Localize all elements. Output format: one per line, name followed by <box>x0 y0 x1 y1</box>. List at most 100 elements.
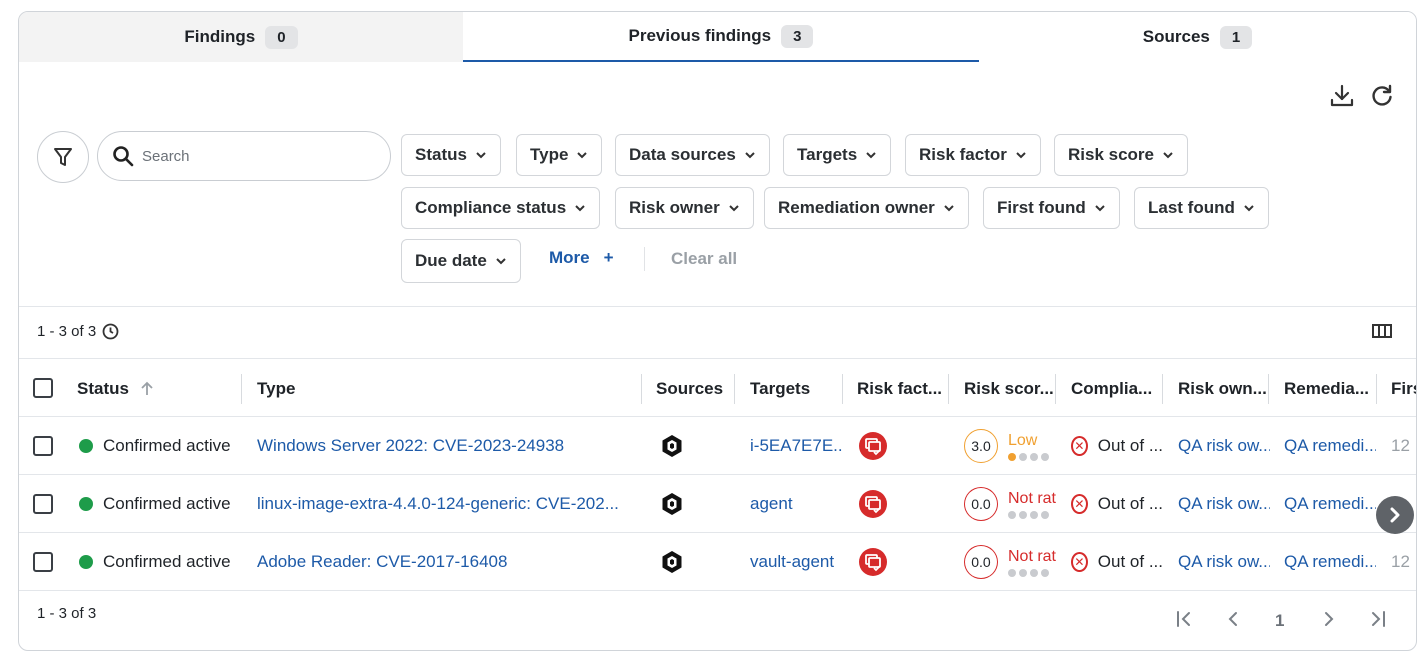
type-link[interactable]: Windows Server 2022: CVE-2023-24938 <box>257 417 637 475</box>
column-risk-score[interactable]: Risk scor... <box>964 360 1056 417</box>
target-link[interactable]: agent <box>750 475 842 533</box>
column-divider <box>1162 374 1163 404</box>
risk-factor-icon <box>858 417 890 475</box>
chevron-down-icon <box>577 152 588 159</box>
filter-risk-factor[interactable]: Risk factor <box>905 134 1041 176</box>
filter-toggle-button[interactable] <box>37 131 89 183</box>
filter-status[interactable]: Status <box>401 134 501 176</box>
remediation-owner-link[interactable]: QA remedi... <box>1284 475 1376 533</box>
column-status[interactable]: Status <box>77 360 197 417</box>
risk-score-value: 0.0 <box>964 545 998 579</box>
column-divider <box>641 374 642 404</box>
tab-findings-count: 0 <box>265 25 298 49</box>
tab-sources-count: 1 <box>1219 25 1253 49</box>
more-filters-label: More <box>549 248 590 267</box>
last-page-icon[interactable] <box>1367 610 1387 633</box>
filter-remediation-owner[interactable]: Remediation owner <box>764 187 969 229</box>
more-filters-button[interactable]: More + <box>549 248 614 268</box>
chevron-down-icon <box>575 205 585 212</box>
risk-score-cell: 0.0 Not rat <box>964 533 1056 591</box>
target-link[interactable]: i-5EA7E7E... <box>750 417 842 475</box>
column-remediation[interactable]: Remedia... <box>1284 360 1376 417</box>
table-row[interactable]: Confirmed active linux-image-extra-4.4.0… <box>19 475 1416 533</box>
remediation-owner-link[interactable]: QA remedi... <box>1284 533 1376 591</box>
current-page[interactable]: 1 <box>1275 611 1284 631</box>
risk-owner-link[interactable]: QA risk ow... <box>1178 475 1270 533</box>
filter-first-found[interactable]: First found <box>983 187 1120 229</box>
status-dot-icon <box>79 439 93 453</box>
filter-type[interactable]: Type <box>516 134 603 176</box>
risk-owner-link[interactable]: QA risk ow... <box>1178 417 1270 475</box>
filter-last-found-label: Last found <box>1148 198 1235 217</box>
table-row[interactable]: Confirmed active Adobe Reader: CVE-2017-… <box>19 533 1416 591</box>
result-count: 1 - 3 of 3 <box>37 323 119 340</box>
status-label: Confirmed active <box>103 436 231 455</box>
column-compliance[interactable]: Complia... <box>1071 360 1163 417</box>
filter-risk-score[interactable]: Risk score <box>1054 134 1188 176</box>
search-input[interactable] <box>142 147 362 165</box>
first-found-value: 12 <box>1391 436 1410 455</box>
chevron-down-icon <box>1095 205 1105 212</box>
findings-panel: Findings 0 Previous findings 3 Sources 1 <box>18 11 1417 651</box>
type-link[interactable]: Adobe Reader: CVE-2017-16408 <box>257 533 637 591</box>
chevron-down-icon <box>1163 152 1173 159</box>
column-status-label: Status <box>77 378 129 398</box>
column-risk-owner[interactable]: Risk own... <box>1178 360 1270 417</box>
first-page-icon[interactable] <box>1175 610 1195 633</box>
row-checkbox[interactable] <box>33 436 53 456</box>
select-all-checkbox[interactable] <box>33 378 53 398</box>
tab-previous-findings[interactable]: Previous findings 3 <box>463 12 979 62</box>
table-header: Status Type Sources Targets Risk fact...… <box>19 360 1416 417</box>
column-sources[interactable]: Sources <box>656 360 736 417</box>
filter-risk-score-label: Risk score <box>1068 145 1154 164</box>
tab-sources[interactable]: Sources 1 <box>979 12 1416 62</box>
chevron-down-icon <box>745 152 755 159</box>
filter-status-label: Status <box>415 145 467 164</box>
type-link[interactable]: linux-image-extra-4.4.0-124-generic: CVE… <box>257 475 637 533</box>
risk-factor-icon <box>858 533 890 591</box>
scroll-right-button[interactable] <box>1376 496 1414 534</box>
sort-ascending-icon <box>141 381 153 395</box>
filter-targets[interactable]: Targets <box>783 134 892 176</box>
target-link[interactable]: vault-agent <box>750 533 842 591</box>
filter-risk-owner[interactable]: Risk owner <box>615 187 754 229</box>
filter-compliance-status-label: Compliance status <box>415 198 567 217</box>
result-count-label: 1 - 3 of 3 <box>37 323 97 340</box>
status-cell: Confirmed active <box>79 475 239 533</box>
column-type[interactable]: Type <box>257 360 637 417</box>
columns-icon[interactable] <box>1372 323 1394 341</box>
risk-owner-link[interactable]: QA risk ow... <box>1178 533 1270 591</box>
divider <box>644 247 645 271</box>
column-targets[interactable]: Targets <box>750 360 840 417</box>
row-checkbox[interactable] <box>33 494 53 514</box>
column-first-found[interactable]: Firs <box>1391 360 1416 417</box>
filter-due-date[interactable]: Due date <box>401 239 521 283</box>
clock-icon <box>102 323 119 340</box>
filter-last-found[interactable]: Last found <box>1134 187 1269 229</box>
table-row[interactable]: Confirmed active Windows Server 2022: CV… <box>19 417 1416 475</box>
next-page-icon[interactable] <box>1321 610 1337 633</box>
filter-compliance-status[interactable]: Compliance status <box>401 187 601 229</box>
column-divider <box>241 374 242 404</box>
risk-score-cell: 3.0 Low <box>964 417 1056 475</box>
source-hexagon-icon <box>661 475 691 533</box>
status-label: Confirmed active <box>103 494 231 513</box>
chevron-down-icon <box>1244 205 1254 212</box>
remediation-owner-link[interactable]: QA remedi... <box>1284 417 1376 475</box>
clear-all-button[interactable]: Clear all <box>671 249 737 269</box>
filter-first-found-label: First found <box>997 198 1086 217</box>
previous-page-icon[interactable] <box>1225 610 1241 633</box>
download-icon[interactable] <box>1328 82 1356 110</box>
row-checkbox[interactable] <box>33 552 53 572</box>
column-risk-factor[interactable]: Risk fact... <box>857 360 949 417</box>
filter-risk-owner-label: Risk owner <box>629 198 720 217</box>
status-label: Confirmed active <box>103 552 231 571</box>
tab-findings[interactable]: Findings 0 <box>19 12 463 62</box>
search-box[interactable] <box>97 131 391 181</box>
funnel-icon <box>54 148 72 166</box>
tab-bar: Findings 0 Previous findings 3 Sources 1 <box>19 12 1416 62</box>
risk-score-value: 0.0 <box>964 487 998 521</box>
tab-sources-label: Sources <box>1142 27 1210 46</box>
refresh-icon[interactable] <box>1368 82 1396 110</box>
filter-data-sources[interactable]: Data sources <box>615 134 770 176</box>
